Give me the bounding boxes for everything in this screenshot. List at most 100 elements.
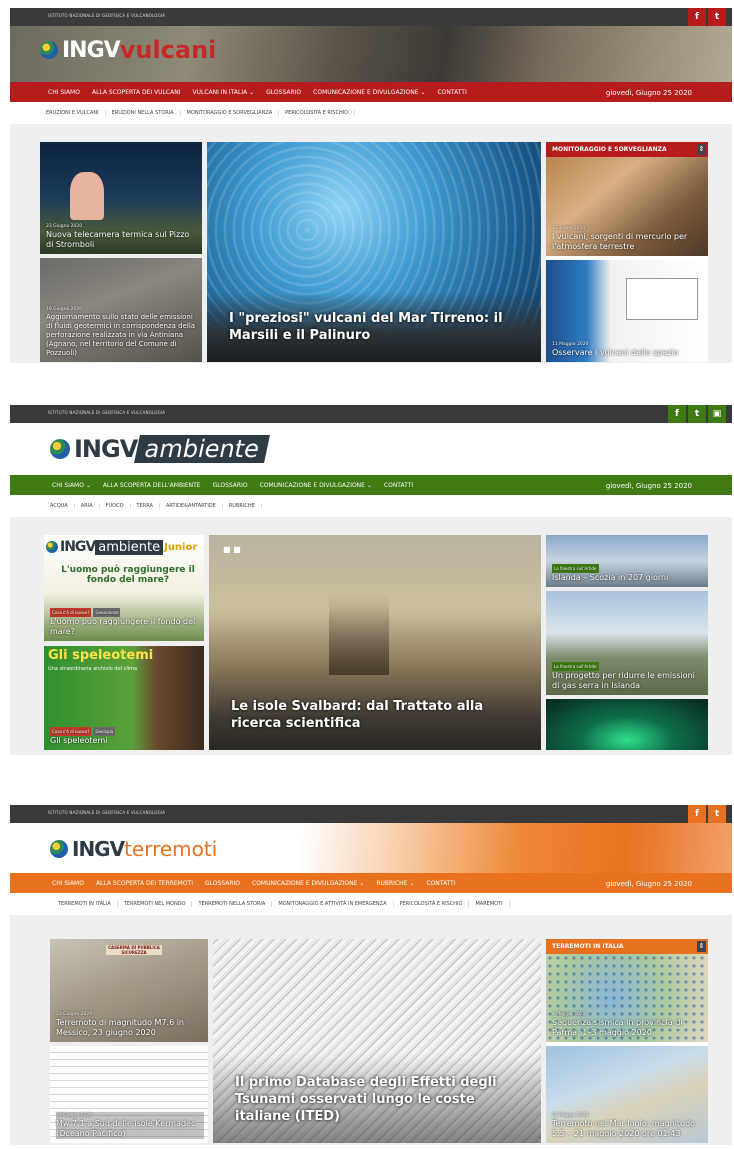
article-card[interactable]: 1 Giugno 2020 I vulcani, sorgenti di merc… (546, 157, 708, 256)
main-article-card[interactable]: Il primo Database degli Effetti degli Ts… (213, 939, 541, 1143)
subnav-terremoti-storia[interactable]: TERREMOTI NELLA STORIA (192, 901, 273, 907)
site-header-banner: INGV ambiente (10, 423, 732, 475)
nav-contatti[interactable]: CONTATTI (437, 89, 466, 96)
tag-label: La finestra sull'Artide (552, 662, 599, 671)
article-title: Osservare i vulcani dallo spazio (552, 348, 679, 357)
twitter-icon[interactable]: t (708, 805, 726, 823)
nav-comunicazione[interactable]: COMUNICAZIONE E DIVULGAZIONE ⌄ (252, 880, 364, 887)
main-nav: CHI SIAMO ALLA SCOPERTA DEI VULCANI VULC… (10, 82, 732, 102)
main-article-title: I "preziosi" vulcani del Mar Tirreno: il… (229, 311, 503, 343)
nav-rubriche[interactable]: RUBRICHE ⌄ (376, 880, 414, 887)
subnav-rubriche[interactable]: RUBRICHE (223, 503, 262, 509)
article-card[interactable]: La finestra sull'Artide Un progetto per r… (546, 591, 708, 695)
main-article-title: Il primo Database degli Effetti degli Ts… (235, 1075, 497, 1124)
sub-nav: TERREMOTI IN ITALIA TERREMOTI NEL MONDO … (10, 895, 732, 913)
nav-alla-scoperta[interactable]: ALLA SCOPERTA DELL'AMBIENTE (103, 482, 201, 489)
article-title: Nuova telecamera termica sul Pizzo di St… (46, 230, 190, 249)
featured-area: INGV ambiente Junior L'uomo può raggiung… (10, 517, 732, 755)
nav-alla-scoperta[interactable]: ALLA SCOPERTA DEI TERREMOTI (96, 880, 193, 887)
article-card[interactable]: Gli speleotemi Una straordinaria archivi… (44, 646, 204, 750)
nav-vulcani-in-italia[interactable]: VULCANI IN ITALIA ⌄ (192, 89, 254, 96)
article-card[interactable]: CASERMA DI PUBBLICA SICUREZZA 23 Giugno … (50, 939, 208, 1042)
nav-contatti[interactable]: CONTATTI (426, 880, 455, 887)
article-tags: La finestra sull'Artide (552, 564, 704, 573)
subnav-terremoti-mondo[interactable]: TERREMOTI NEL MONDO (118, 901, 193, 907)
main-nav: CHI SIAMO ALLA SCOPERTA DEI TERREMOTI GL… (10, 873, 732, 893)
article-card[interactable]: 11 Maggio 2020 Osservare i vulcani dallo … (546, 260, 708, 362)
article-caption: La finestra sull'Artide Islanda – Scozia … (552, 564, 704, 583)
ship-silhouette (329, 595, 389, 675)
aurora-image-card[interactable] (546, 699, 708, 750)
nav-alla-scoperta[interactable]: ALLA SCOPERTA DEI VULCANI (92, 89, 181, 96)
chevron-up-down-icon[interactable]: ⇕ (697, 144, 706, 155)
article-card[interactable]: 23 Giugno 2020 Nuova telecamera termica s… (40, 142, 202, 254)
site-logo[interactable]: INGV ambiente (50, 435, 271, 463)
article-card[interactable]: INGV ambiente Junior L'uomo può raggiung… (44, 535, 204, 641)
nav-glossario[interactable]: GLOSSARIO (213, 482, 248, 489)
subnav-acqua[interactable]: ACQUA (44, 503, 75, 509)
nav-chi-siamo[interactable]: CHI SIAMO ⌄ (52, 482, 91, 489)
subnav-fuoco[interactable]: FUOCO (100, 503, 131, 509)
section-header: MONITORAGGIO E SORVEGLIANZA (546, 142, 708, 157)
article-title: Islanda – Scozia in 207 giorni (552, 573, 669, 582)
article-title: L'uomo può raggiungere il fondo del mare… (50, 617, 196, 636)
junior-logo-ingv: INGV (60, 539, 96, 555)
main-article-card[interactable]: I "preziosi" vulcani del Mar Tirreno: il… (207, 142, 541, 362)
nav-chi-siamo[interactable]: CHI SIAMO (48, 89, 80, 96)
nav-comunicazione[interactable]: COMUNICAZIONE E DIVULGAZIONE ⌄ (313, 89, 425, 96)
subnav-aria[interactable]: ARIA (75, 503, 100, 509)
nav-chi-siamo[interactable]: CHI SIAMO (52, 880, 84, 887)
terremoti-site-screenshot: ISTITUTO NAZIONALE DI GEOFISICA E VULCAN… (10, 805, 732, 1145)
article-date: 23 Giugno 2020 (56, 1012, 93, 1017)
junior-badge: Junior (164, 541, 198, 553)
subnav-eruzioni-storia[interactable]: ERUZIONI NELLA STORIA (106, 110, 181, 116)
subnav-artide-antartide[interactable]: ARTIDE&ANTARTIDE (160, 503, 223, 509)
main-article-card[interactable]: ■ ■ Le isole Svalbard: dal Trattato alla… (209, 535, 541, 750)
speleotemi-headline: Gli speleotemi (48, 648, 154, 663)
chevron-up-down-icon[interactable]: ⇕ (697, 941, 706, 952)
article-card[interactable]: 4 Maggio 2020 Sequenza sismica in provinc… (546, 954, 708, 1042)
featured-area: 23 Giugno 2020 Nuova telecamera termica s… (10, 124, 732, 363)
subnav-maremoti[interactable]: MAREMOTI (469, 901, 510, 907)
nav-comunicazione[interactable]: COMUNICAZIONE E DIVULGAZIONE ⌄ (260, 482, 372, 489)
vulcani-site-screenshot: ISTITUTO NAZIONALE DI GEOFISICA E VULCAN… (10, 8, 732, 363)
top-bar: ISTITUTO NAZIONALE DI GEOFISICA E VULCAN… (10, 805, 732, 823)
site-logo[interactable]: INGV vulcani (40, 36, 216, 64)
article-card[interactable]: 18 Giugno 2020 Mw 7.1 a Sud delle isole K… (50, 1046, 208, 1143)
tag-label: Geoscienze (93, 608, 121, 617)
article-title: Gli speleotemi (50, 736, 108, 745)
facebook-icon[interactable]: f (688, 805, 706, 823)
twitter-icon[interactable]: t (708, 8, 726, 26)
article-caption: Cosa c'è di nuovo? Geoscienze L'uomo può r… (50, 608, 200, 637)
article-card[interactable]: La finestra sull'Artide Islanda – Scozia … (546, 535, 708, 587)
subnav-terremoti-italia[interactable]: TERREMOTI IN ITALIA (52, 901, 118, 907)
nav-glossario[interactable]: GLOSSARIO (205, 880, 240, 887)
sub-nav: ACQUA ARIA FUOCO TERRA ARTIDE&ANTARTIDE … (10, 497, 732, 515)
subnav-terra[interactable]: TERRA (131, 503, 160, 509)
article-title: Terremoto nel Mar Ionio, magnitudo 5.5 –… (552, 1119, 696, 1138)
subnav-pericolosita[interactable]: PERICOLOSITÀ E RISCHIO (279, 110, 356, 116)
junior-headline: L'uomo può raggiungere il fondo del mare… (61, 565, 195, 585)
site-logo[interactable]: INGV terremoti (50, 837, 217, 861)
logo-ingv: INGV (72, 837, 125, 861)
twitter-icon[interactable]: t (688, 405, 706, 423)
facebook-icon[interactable]: f (668, 405, 686, 423)
article-card[interactable]: 22 Maggio 2020 Terremoto nel Mar Ionio, m… (546, 1046, 708, 1143)
facebook-icon[interactable]: f (688, 8, 706, 26)
subnav-monitoraggio[interactable]: MONITORAGGIO E SORVEGLIANZA (181, 110, 280, 116)
subnav-eruzioni-vulcani[interactable]: ERUZIONI E VULCANI (40, 110, 106, 116)
site-header-banner: INGV vulcani (10, 26, 732, 82)
article-caption: 23 Giugno 2020 Nuova telecamera termica s… (46, 223, 198, 250)
subnav-pericolosita[interactable]: PERICOLOSITÀ E RISCHIO (394, 901, 470, 907)
tag-label: Geologia (93, 727, 116, 736)
article-title: Terremoto di magnitudo M7.6 in Messico, … (56, 1018, 184, 1037)
article-date: 22 Maggio 2020 (552, 1113, 589, 1118)
current-date: giovedì, Giugno 25 2020 (605, 89, 692, 97)
nav-glossario[interactable]: GLOSSARIO (266, 89, 301, 96)
article-card[interactable]: 16 Giugno 2020 Aggiornamento sullo stato … (40, 258, 202, 362)
article-tags: La finestra sull'Artide (552, 662, 704, 671)
slider-dots[interactable]: ■ ■ (223, 545, 241, 554)
media-icon[interactable]: ▣ (708, 405, 726, 423)
nav-contatti[interactable]: CONTATTI (384, 482, 413, 489)
subnav-monitoraggio[interactable]: MONITORAGGIO E ATTIVITÀ IN EMERGENZA (272, 901, 394, 907)
